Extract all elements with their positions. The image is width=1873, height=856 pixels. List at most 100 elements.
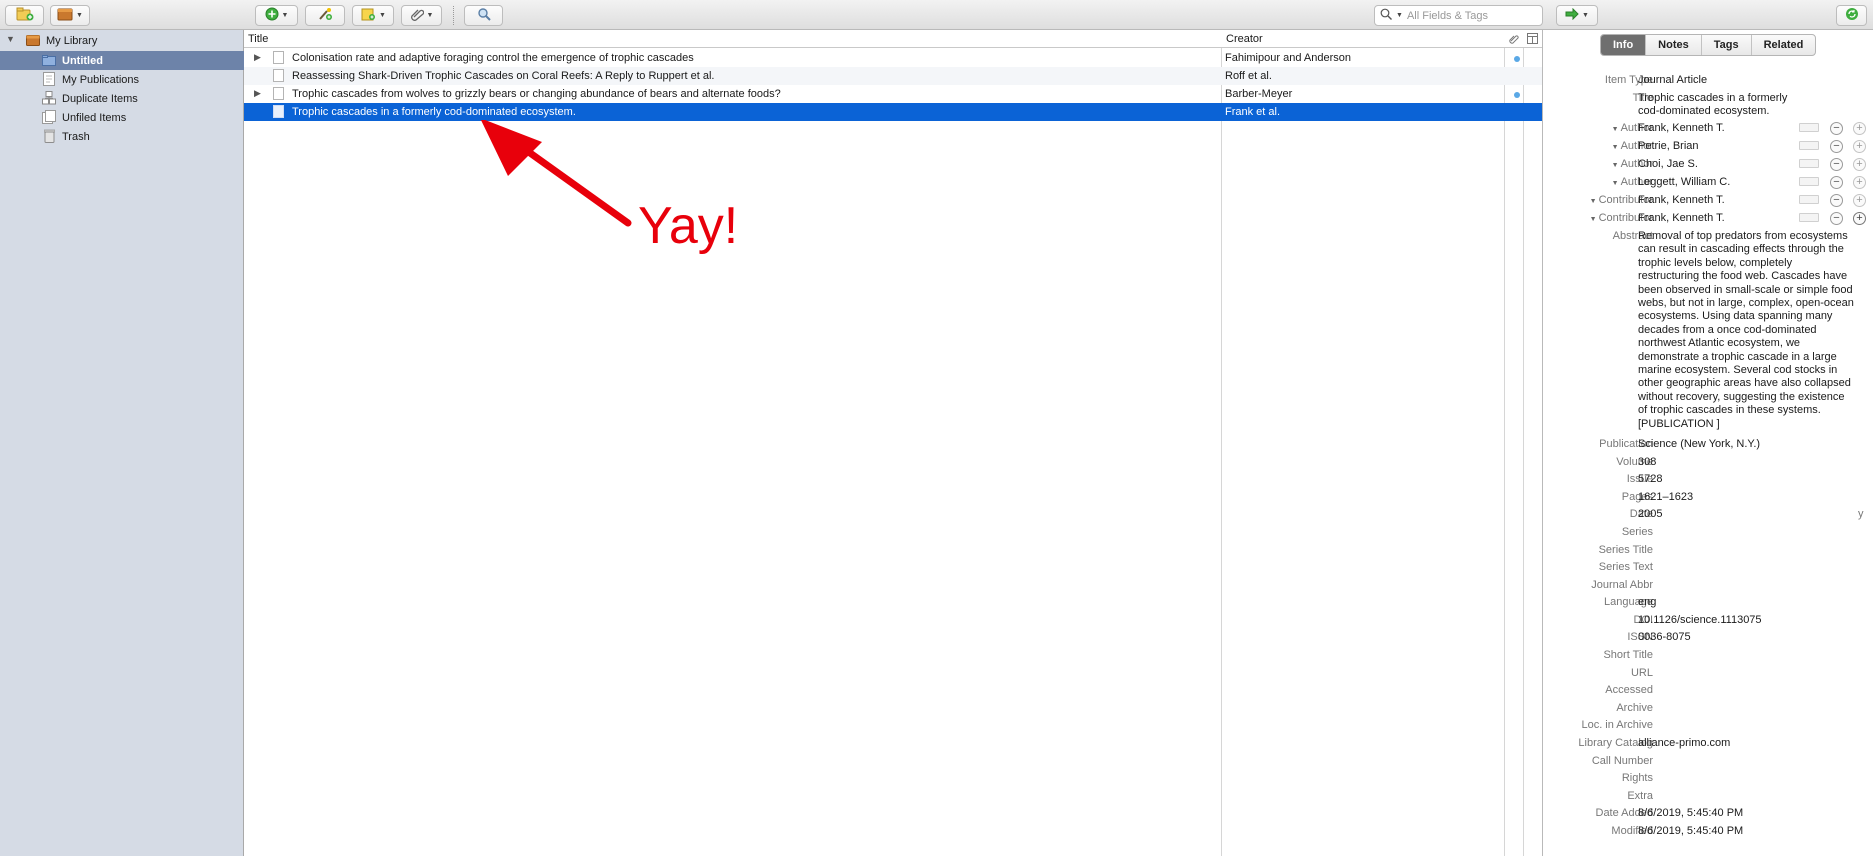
- collection-label: My Library: [46, 34, 98, 47]
- field-value[interactable]: 2005: [1638, 508, 1863, 521]
- title-value[interactable]: Trophic cascades in a formerly cod-domin…: [1638, 92, 1863, 119]
- remove-creator-button[interactable]: −: [1830, 212, 1843, 225]
- collection-row-unfiled-items[interactable]: Unfiled Items: [0, 108, 244, 127]
- expand-triangle-icon[interactable]: ▶: [254, 52, 261, 63]
- remove-creator-button[interactable]: −: [1830, 176, 1843, 189]
- field-value[interactable]: 0036-8075: [1638, 631, 1863, 644]
- chevron-down-icon: ▼: [281, 12, 289, 19]
- new-item-button[interactable]: ▼: [255, 5, 298, 26]
- collection-label: My Publications: [62, 73, 140, 86]
- tab-notes[interactable]: Notes: [1646, 35, 1702, 55]
- item-title: Trophic cascades from wolves to grizzly …: [292, 88, 781, 100]
- chevron-down-icon: ▼: [1611, 162, 1619, 169]
- expand-triangle-icon[interactable]: ▶: [254, 88, 261, 99]
- field-value[interactable]: 308: [1638, 456, 1863, 469]
- remove-creator-button[interactable]: −: [1830, 140, 1843, 153]
- field-value[interactable]: eng: [1638, 596, 1863, 609]
- chevron-down-icon: ▼: [1611, 126, 1619, 133]
- search-mode-chevron-icon[interactable]: ▼: [1396, 12, 1403, 19]
- unfiled-icon: [42, 110, 56, 127]
- column-header-creator[interactable]: Creator: [1222, 30, 1504, 48]
- name-format-switch[interactable]: [1799, 195, 1819, 204]
- column-divider: [1523, 30, 1524, 856]
- add-creator-button[interactable]: +: [1853, 140, 1866, 153]
- new-library-button[interactable]: ▼: [50, 5, 90, 26]
- collection-row-trash[interactable]: Trash: [0, 127, 244, 146]
- name-format-switch[interactable]: [1799, 141, 1819, 150]
- item-creator: Barber-Meyer: [1225, 88, 1293, 100]
- add-item-by-identifier-button[interactable]: [305, 5, 345, 26]
- item-row[interactable]: ▶ Trophic cascades from wolves to grizzl…: [244, 85, 1542, 103]
- name-format-switch[interactable]: [1799, 159, 1819, 168]
- trash-icon: [43, 129, 56, 146]
- search-box[interactable]: ▼: [1374, 5, 1543, 26]
- search-input[interactable]: [1406, 9, 1535, 22]
- library-icon: [57, 7, 73, 24]
- sync-button[interactable]: [1836, 5, 1867, 26]
- disclosure-triangle-icon[interactable]: ▼: [6, 34, 15, 44]
- add-attachment-button[interactable]: ▼: [401, 5, 442, 26]
- collection-label: Duplicate Items: [62, 92, 138, 105]
- field-value[interactable]: 5728: [1638, 473, 1863, 486]
- collection-row-my-publications[interactable]: My Publications: [0, 70, 244, 89]
- remove-creator-button[interactable]: −: [1830, 194, 1843, 207]
- name-format-switch[interactable]: [1799, 123, 1819, 132]
- item-row[interactable]: ▶ Colonisation rate and adaptive foragin…: [244, 49, 1542, 67]
- field-value: 8/6/2019, 5:45:40 PM: [1638, 825, 1744, 837]
- abstract-value[interactable]: Removal of top predators from ecosystems…: [1638, 230, 1863, 431]
- remove-creator-button[interactable]: −: [1830, 122, 1843, 135]
- tab-info[interactable]: Info: [1601, 35, 1647, 55]
- journal-article-icon: [273, 69, 284, 82]
- collection-row-untitled[interactable]: Untitled: [0, 51, 244, 70]
- field-label: Journal Abbr: [1591, 579, 1653, 591]
- items-pane: Title Creator ▶ Colonisation rate and ad…: [244, 30, 1542, 856]
- add-creator-button[interactable]: +: [1853, 212, 1866, 225]
- item-pane-tabs: Info Notes Tags Related: [1600, 34, 1817, 56]
- folder-icon: [42, 55, 56, 69]
- item-title: Trophic cascades in a formerly cod-domin…: [292, 106, 576, 118]
- field-value[interactable]: alliance-primo.com: [1638, 737, 1863, 750]
- tab-tags[interactable]: Tags: [1702, 35, 1752, 55]
- name-format-switch[interactable]: [1799, 213, 1819, 222]
- chevron-down-icon: ▼: [426, 12, 434, 19]
- item-creator: Roff et al.: [1225, 70, 1272, 82]
- add-creator-button[interactable]: +: [1853, 176, 1866, 189]
- chevron-down-icon: ▼: [76, 12, 83, 19]
- collection-label: Untitled: [62, 54, 103, 67]
- field-label: URL: [1630, 667, 1653, 679]
- new-note-button[interactable]: ▼: [352, 5, 394, 26]
- new-collection-button[interactable]: [5, 5, 44, 26]
- item-type-value[interactable]: Journal Article: [1638, 74, 1863, 87]
- item-title: Colonisation rate and adaptive foraging …: [292, 52, 694, 64]
- locate-button[interactable]: ▼: [1556, 5, 1598, 26]
- item-title: Reassessing Shark-Driven Trophic Cascade…: [292, 70, 715, 82]
- column-header-title[interactable]: Title: [244, 30, 1221, 48]
- add-creator-button[interactable]: +: [1853, 158, 1866, 171]
- field-value[interactable]: Science (New York, N.Y.): [1638, 438, 1863, 451]
- column-picker-icon: [1527, 33, 1538, 47]
- field-value: 8/6/2019, 5:45:40 PM: [1638, 807, 1744, 819]
- add-creator-button[interactable]: +: [1853, 194, 1866, 207]
- item-row[interactable]: Reassessing Shark-Driven Trophic Cascade…: [244, 67, 1542, 85]
- field-label: Series Title: [1598, 544, 1653, 556]
- date-format-indicator: y: [1858, 508, 1864, 520]
- collection-row-duplicate-items[interactable]: Duplicate Items: [0, 89, 244, 108]
- item-row-selected[interactable]: Trophic cascades in a formerly cod-domin…: [244, 103, 1542, 121]
- column-picker-button[interactable]: [1524, 30, 1542, 48]
- arrow-right-icon: [1565, 7, 1579, 23]
- tab-related[interactable]: Related: [1752, 35, 1816, 55]
- column-header-attachments[interactable]: [1506, 30, 1523, 48]
- name-format-switch[interactable]: [1799, 177, 1819, 186]
- remove-creator-button[interactable]: −: [1830, 158, 1843, 171]
- collection-row-my-library[interactable]: ▼ My Library: [0, 31, 244, 50]
- collection-label: Trash: [62, 130, 90, 143]
- field-value[interactable]: 10.1126/science.1113075: [1638, 614, 1863, 627]
- chevron-down-icon: ▼: [1589, 198, 1597, 205]
- advanced-search-button[interactable]: [464, 5, 503, 26]
- field-value[interactable]: 1621–1623: [1638, 491, 1863, 504]
- publications-icon: [43, 72, 55, 89]
- add-creator-button[interactable]: +: [1853, 122, 1866, 135]
- field-label: Archive: [1616, 702, 1653, 714]
- field-label: Rights: [1621, 772, 1653, 784]
- column-divider: [1221, 30, 1222, 856]
